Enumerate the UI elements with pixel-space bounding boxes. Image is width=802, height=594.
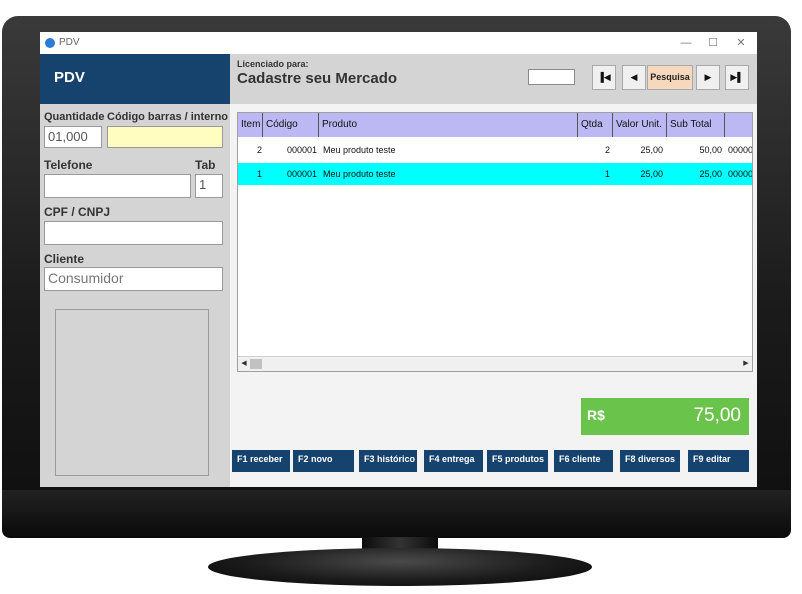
f1-receber-button[interactable]: F1 receber <box>232 450 290 472</box>
grid-header: Item Código Produto Qtda Valor Unit. Sub… <box>238 113 752 137</box>
scroll-right-icon[interactable]: ▶ <box>740 358 752 370</box>
app-window: PDV — ☐ ✕ PDV Quantidade Código barras /… <box>40 32 757 487</box>
currency-symbol: R$ <box>587 407 605 423</box>
f3-historico-button[interactable]: F3 histórico <box>359 450 417 472</box>
tab-input[interactable]: 1 <box>195 174 223 198</box>
close-button[interactable]: ✕ <box>729 35 753 51</box>
quantidade-label: Quantidade <box>44 111 105 123</box>
page-input[interactable] <box>528 69 575 85</box>
col-item[interactable]: Item <box>238 113 263 137</box>
first-icon: ▐◀ <box>597 72 611 82</box>
col-produto[interactable]: Produto <box>319 113 578 137</box>
cell-codigo: 000001 <box>286 169 317 179</box>
f6-cliente-button[interactable]: F6 cliente <box>554 450 613 472</box>
cell-produto: Meu produto teste <box>323 145 396 155</box>
f8-diversos-button[interactable]: F8 diversos <box>620 450 680 472</box>
scroll-thumb[interactable] <box>250 359 262 369</box>
barcode-input[interactable] <box>107 126 223 148</box>
telefone-input[interactable] <box>44 174 191 198</box>
next-record-button[interactable]: ▶ <box>696 65 720 90</box>
col-valor-unit[interactable]: Valor Unit. <box>613 113 667 137</box>
col-extra[interactable] <box>725 113 752 137</box>
tab-label: Tab <box>195 158 216 172</box>
product-image-box <box>55 309 209 476</box>
monitor-base <box>208 548 592 586</box>
f5-produtos-button[interactable]: F5 produtos <box>487 450 548 472</box>
first-record-button[interactable]: ▐◀ <box>592 65 616 90</box>
monitor-chin <box>2 490 791 538</box>
app-icon <box>45 38 55 48</box>
f9-editar-button[interactable]: F9 editar <box>688 450 749 472</box>
maximize-button[interactable]: ☐ <box>701 35 725 51</box>
table-row-selected[interactable]: 1 000001 Meu produto teste 1 25,00 25,00… <box>238 163 753 185</box>
quantidade-input[interactable]: 01,000 <box>44 126 102 148</box>
licenciado-name: Cadastre seu Mercado <box>237 70 398 87</box>
scroll-left-icon[interactable]: ◀ <box>238 358 250 370</box>
last-icon: ▶▌ <box>730 72 744 82</box>
cell-item: 1 <box>256 169 262 179</box>
cell-produto: Meu produto teste <box>323 169 396 179</box>
cell-valor-unit: 25,00 <box>640 145 663 155</box>
col-qtda[interactable]: Qtda <box>578 113 613 137</box>
prev-icon: ◀ <box>630 72 638 82</box>
items-grid[interactable]: Item Código Produto Qtda Valor Unit. Sub… <box>237 112 753 372</box>
cpf-label: CPF / CNPJ <box>44 205 111 219</box>
col-sub-total[interactable]: Sub Total <box>667 113 725 137</box>
col-codigo[interactable]: Código <box>263 113 319 137</box>
window-title: PDV <box>59 37 80 48</box>
pdv-header: PDV <box>40 54 230 104</box>
f2-novo-button[interactable]: F2 novo <box>293 450 354 472</box>
cell-qtda: 1 <box>604 169 610 179</box>
telefone-label: Telefone <box>44 158 93 172</box>
cell-extra: 00000 <box>728 169 753 179</box>
last-record-button[interactable]: ▶▌ <box>725 65 749 90</box>
table-row[interactable]: 2 000001 Meu produto teste 2 25,00 50,00… <box>238 139 753 161</box>
cell-qtda: 2 <box>604 145 610 155</box>
horizontal-scrollbar[interactable]: ◀ ▶ <box>238 356 752 371</box>
left-panel: Quantidade Código barras / interno 01,00… <box>40 104 230 487</box>
codigo-label: Código barras / interno <box>107 111 229 123</box>
cliente-label: Cliente <box>44 252 85 266</box>
cell-extra: 00000 <box>728 145 753 155</box>
licenciado-label: Licenciado para: <box>237 59 309 69</box>
cell-valor-unit: 25,00 <box>640 169 663 179</box>
next-icon: ▶ <box>704 72 712 82</box>
search-button[interactable]: Pesquisa <box>647 65 693 90</box>
minimize-button[interactable]: — <box>674 35 698 51</box>
prev-record-button[interactable]: ◀ <box>622 65 646 90</box>
cell-sub-total: 25,00 <box>699 169 722 179</box>
cell-sub-total: 50,00 <box>699 145 722 155</box>
cell-item: 2 <box>256 145 262 155</box>
cell-codigo: 000001 <box>286 145 317 155</box>
total-panel: R$ 75,00 <box>581 398 749 435</box>
top-bar: Licenciado para: Cadastre seu Mercado ▐◀… <box>230 54 757 104</box>
cpf-input[interactable] <box>44 221 223 245</box>
title-bar: PDV — ☐ ✕ <box>40 32 757 54</box>
total-amount: 75,00 <box>693 405 741 426</box>
cliente-input[interactable]: Consumidor <box>44 267 223 291</box>
f4-entrega-button[interactable]: F4 entrega <box>424 450 483 472</box>
pdv-title: PDV <box>54 69 85 86</box>
